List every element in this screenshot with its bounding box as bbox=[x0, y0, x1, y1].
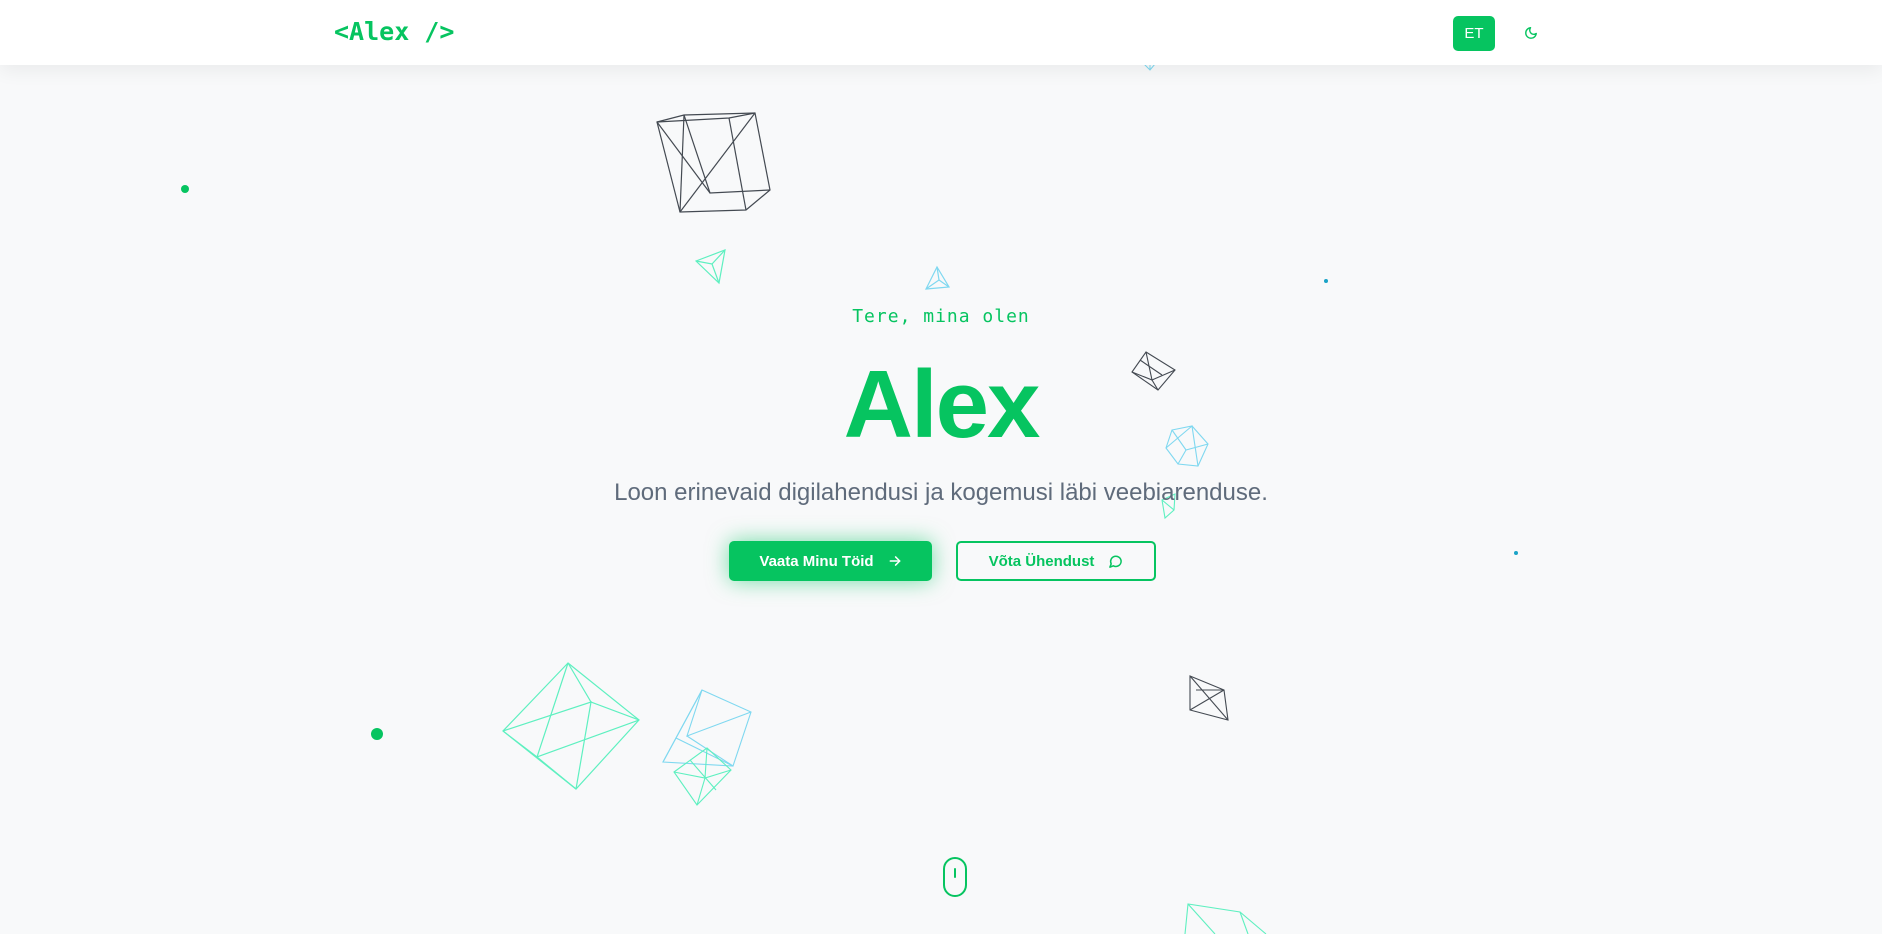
hero-greeting: Tere, mina olen bbox=[852, 306, 1030, 327]
wireframe-triangle-cyan bbox=[924, 265, 951, 290]
contact-button-label: Võta Ühendust bbox=[988, 552, 1095, 570]
particle-dot bbox=[1514, 551, 1518, 555]
arrow-right-icon bbox=[889, 556, 901, 566]
view-work-button-label: Vaata Minu Töid bbox=[759, 552, 874, 570]
chat-bubble-icon bbox=[1109, 554, 1123, 568]
theme-toggle-button[interactable] bbox=[1520, 22, 1542, 44]
hero-name: Alex bbox=[843, 351, 1041, 458]
view-work-button[interactable]: Vaata Minu Töid bbox=[729, 541, 932, 581]
wireframe-cube-dark-small bbox=[1189, 675, 1229, 721]
wireframe-cube-dark bbox=[656, 112, 771, 213]
wireframe-shape-teal-bottom bbox=[1184, 903, 1267, 934]
moon-icon bbox=[1525, 27, 1537, 39]
particle-dot bbox=[181, 185, 189, 193]
wireframe-triangle-teal bbox=[694, 249, 726, 285]
particle-dot bbox=[1324, 279, 1328, 283]
hero-tagline: Loon erinevaid digilahendusi ja kogemusi… bbox=[614, 479, 1268, 506]
background-shapes bbox=[181, 57, 1518, 934]
language-toggle-button[interactable]: ET bbox=[1453, 16, 1495, 51]
particle-dot bbox=[371, 728, 383, 740]
scroll-wheel bbox=[954, 868, 956, 878]
contact-button[interactable]: Võta Ühendust bbox=[956, 541, 1156, 581]
wireframe-cube-teal-small bbox=[673, 747, 732, 806]
navbar: <Alex /> ET bbox=[0, 0, 1882, 65]
mouse-scroll-icon[interactable] bbox=[943, 857, 967, 897]
wireframe-octahedron-teal bbox=[502, 662, 640, 790]
site-logo[interactable]: <Alex /> bbox=[334, 17, 454, 46]
